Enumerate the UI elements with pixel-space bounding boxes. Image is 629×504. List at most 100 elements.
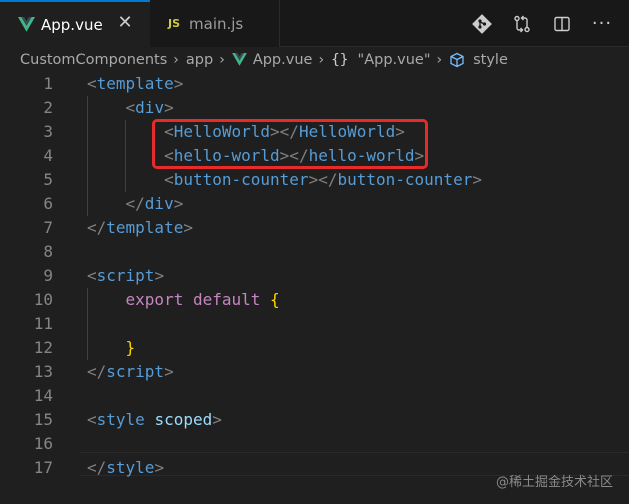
braces-icon: {} xyxy=(331,51,349,68)
line-number: 7 xyxy=(43,218,53,237)
code-editor[interactable]: 1 <template> 2 <div> 3 <HelloWorld></HelloW… xyxy=(0,72,629,504)
code-token: > xyxy=(173,194,184,213)
code-token: ></ xyxy=(308,170,338,189)
close-icon[interactable]: ✕ xyxy=(114,12,136,34)
code-token: { xyxy=(270,290,280,309)
line-number: 4 xyxy=(43,146,53,165)
line-number: 8 xyxy=(43,242,53,261)
editor-tab-bar: App.vue ✕ JS main.js ··· xyxy=(0,0,629,47)
code-token: div xyxy=(135,98,165,117)
code-token: > xyxy=(154,458,165,477)
chevron-right-icon: › xyxy=(318,51,325,68)
line-number: 13 xyxy=(33,362,53,381)
code-token: script xyxy=(96,266,155,285)
code-token: style xyxy=(96,410,145,429)
chevron-right-icon: › xyxy=(219,51,225,68)
code-token: template xyxy=(106,218,184,237)
code-text: <script> xyxy=(87,264,164,288)
tab-label: App.vue xyxy=(41,15,103,34)
code-token: scoped xyxy=(154,410,213,429)
compare-changes-icon[interactable] xyxy=(509,11,535,37)
breadcrumb-subfolder[interactable]: app xyxy=(186,52,213,68)
code-token: > xyxy=(154,266,165,285)
code-line[interactable]: 16 xyxy=(0,432,629,456)
line-number: 2 xyxy=(43,98,53,117)
js-icon: JS xyxy=(168,17,181,30)
code-token: </ xyxy=(87,194,145,213)
code-token: < xyxy=(87,266,97,285)
code-line[interactable]: 2 <div> xyxy=(0,96,629,120)
line-number: 6 xyxy=(43,194,53,213)
breadcrumb-file[interactable]: App.vue xyxy=(253,52,313,68)
code-token: div xyxy=(144,194,174,213)
code-line[interactable]: 8 xyxy=(0,240,629,264)
breadcrumb-section[interactable]: style xyxy=(473,52,508,68)
code-line[interactable]: 14 xyxy=(0,384,629,408)
code-token: > xyxy=(472,170,482,189)
code-token: > xyxy=(173,74,184,93)
line-number: 5 xyxy=(43,170,53,189)
code-token: button-counter xyxy=(337,170,473,189)
line-number: 1 xyxy=(43,74,53,93)
vue-icon xyxy=(18,17,35,32)
code-line[interactable]: 10 export default { xyxy=(0,288,629,312)
code-text: <div> xyxy=(87,96,174,120)
tab-app-vue[interactable]: App.vue ✕ xyxy=(0,0,150,47)
code-line[interactable]: 6 </div> xyxy=(0,192,629,216)
code-text: <template> xyxy=(87,72,183,96)
tab-label: main.js xyxy=(189,14,244,33)
code-token: < xyxy=(87,98,136,117)
code-token: > xyxy=(164,98,174,117)
chevron-right-icon: › xyxy=(173,51,179,68)
code-text: <button-counter></button-counter> xyxy=(87,168,482,192)
code-line[interactable]: 5 <button-counter></button-counter> xyxy=(0,168,629,192)
code-text: </div> xyxy=(87,192,184,216)
code-text: } xyxy=(87,336,136,360)
code-line[interactable]: 11 xyxy=(0,312,629,336)
line-number: 17 xyxy=(33,458,53,477)
vue-icon xyxy=(231,53,247,66)
code-line[interactable]: 1 <template> xyxy=(0,72,629,96)
annotation-highlight-box xyxy=(152,119,428,169)
more-actions-icon[interactable]: ··· xyxy=(589,11,615,37)
line-number: 11 xyxy=(33,314,53,333)
breadcrumb-folder[interactable]: CustomComponents xyxy=(20,52,167,68)
editor-actions: ··· xyxy=(455,0,615,47)
code-line[interactable]: 15 <style scoped> xyxy=(0,408,629,432)
line-number: 9 xyxy=(43,266,53,285)
line-number: 10 xyxy=(33,290,53,309)
code-token: </ xyxy=(87,362,107,381)
code-token: style xyxy=(106,458,155,477)
code-token: </ xyxy=(87,458,107,477)
code-text: </style> xyxy=(87,456,164,480)
line-number: 12 xyxy=(33,338,53,357)
breadcrumb-symbol[interactable]: "App.vue" xyxy=(358,52,431,68)
line-number: 15 xyxy=(33,410,53,429)
code-line[interactable]: 12 } xyxy=(0,336,629,360)
code-token: < xyxy=(87,170,174,189)
git-commit-icon[interactable] xyxy=(469,11,495,37)
code-token: default xyxy=(192,290,261,309)
code-line[interactable]: 7 </template> xyxy=(0,216,629,240)
code-line[interactable]: 9 <script> xyxy=(0,264,629,288)
code-token: < xyxy=(87,410,97,429)
code-token: < xyxy=(87,74,97,93)
code-token: > xyxy=(212,410,222,429)
cube-icon xyxy=(450,52,464,67)
line-number: 14 xyxy=(33,386,53,405)
watermark: @稀土掘金技术社区 xyxy=(495,475,613,490)
code-token: script xyxy=(106,362,165,381)
code-text: </script> xyxy=(87,360,174,384)
code-line[interactable]: 13 </script> xyxy=(0,360,629,384)
line-number: 16 xyxy=(33,434,53,453)
code-token: export xyxy=(87,290,184,309)
code-text: </template> xyxy=(87,216,193,240)
code-token: template xyxy=(96,74,174,93)
tab-main-js[interactable]: JS main.js xyxy=(150,0,280,47)
split-editor-icon[interactable] xyxy=(549,11,575,37)
code-text: <style scoped> xyxy=(87,408,222,432)
code-text: export default { xyxy=(87,288,280,312)
